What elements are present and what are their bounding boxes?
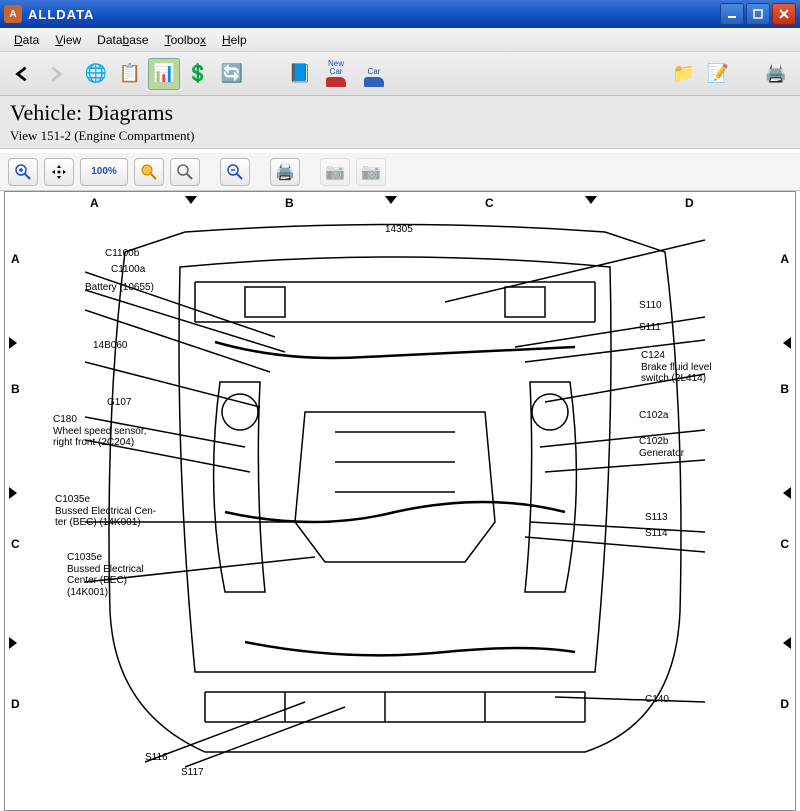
grid-row-b-right: B [780,382,789,396]
grid-row-c-left: C [11,537,20,551]
callout-c1100a: C1100a [111,264,145,276]
callout-g107: G107 [107,397,131,409]
callout-c1100b: C1100b [105,248,139,260]
maximize-button[interactable] [746,3,770,25]
menu-database[interactable]: Database [89,30,156,50]
callout-14b060: 14B060 [93,340,127,352]
grid-row-a-left: A [11,252,20,266]
callout-s116: S116 [145,752,168,764]
close-button[interactable] [772,3,796,25]
grid-row-c-right: C [780,537,789,551]
callout-s113: S113 [645,512,668,524]
callout-c1035e2: C1035eBussed ElectricalCenter (BEC)(14K0… [67,552,144,598]
print-diagram-icon[interactable]: 🖨️ [270,158,300,186]
notes-icon[interactable]: 📝 [702,58,734,90]
callout-c180: C180Wheel speed sensor,right front (2C20… [53,414,146,449]
menu-toolbox[interactable]: Toolbox [157,30,214,50]
grid-row-a-right: A [780,252,789,266]
zoom-in-icon[interactable] [8,158,38,186]
menu-help[interactable]: Help [214,30,255,50]
app-icon: A [4,5,22,23]
main-toolbar: 🌐 📋 📊 💲 🔄 📘 NewCar xCar 📁 📝 🖨️ [0,52,800,96]
print-icon[interactable]: 🖨️ [760,58,792,90]
refresh-icon[interactable]: 🔄 [216,58,248,90]
grid-col-a-top: A [90,196,99,210]
callout-c140: C140 [645,694,669,706]
callout-s111: S111 [639,322,661,334]
page-title: Vehicle: Diagrams [10,100,790,126]
zoom-fit-button[interactable]: 100% [80,158,128,186]
callout-c102a: C102a [639,410,668,422]
sheet-icon[interactable]: 📋 [114,58,146,90]
diagram-viewport[interactable]: A B C D A A B B C C D D [4,191,796,811]
callout-s114: S114 [645,528,668,540]
money-icon[interactable]: 💲 [182,58,214,90]
content-header: Vehicle: Diagrams View 151-2 (Engine Com… [0,96,800,149]
page-subtitle: View 151-2 (Engine Compartment) [10,128,790,144]
globe-icon[interactable]: 🌐 [80,58,112,90]
grid-row-d-left: D [11,697,20,711]
window-title: ALLDATA [28,7,720,22]
menu-data[interactable]: Data [6,30,47,50]
callout-c102b: C102bGenerator [639,436,684,459]
car-button[interactable]: xCar [356,58,392,90]
forward-button[interactable] [42,60,70,88]
diagram-icon[interactable]: 📊 [148,58,180,90]
minimize-button[interactable] [720,3,744,25]
menubar: Data View Database Toolbox Help [0,28,800,52]
viewer-toolbar: 100% 🖨️ 📷 📷 [0,153,800,191]
book-icon[interactable]: 📘 [284,58,316,90]
camera-icon: 📷 [320,158,350,186]
grid-col-d-top: D [685,196,694,210]
zoom-window-icon[interactable] [170,158,200,186]
camera2-icon: 📷 [356,158,386,186]
grid-row-b-left: B [11,382,20,396]
callout-c124: C124Brake fluid levelswitch (2L414) [641,350,712,385]
callout-battery: Battery (10655) [85,282,154,294]
grid-col-b-top: B [285,196,294,210]
zoom-region-icon[interactable] [134,158,164,186]
callout-s117: S117 [181,767,204,779]
grid-col-c-top: C [485,196,494,210]
callout-c1035e: C1035eBussed Electrical Cen-ter (BEC) (1… [55,494,156,529]
clipboard-icon[interactable]: 📁 [668,58,700,90]
back-button[interactable] [8,60,36,88]
new-car-button[interactable]: NewCar [318,58,354,90]
grid-row-d-right: D [780,697,789,711]
menu-view[interactable]: View [47,30,89,50]
pan-icon[interactable] [44,158,74,186]
window-titlebar: A ALLDATA [0,0,800,28]
zoom-out-icon[interactable] [220,158,250,186]
engine-diagram [85,212,705,772]
callout-14305: 14305 [385,224,413,236]
callout-s110: S110 [639,300,662,312]
